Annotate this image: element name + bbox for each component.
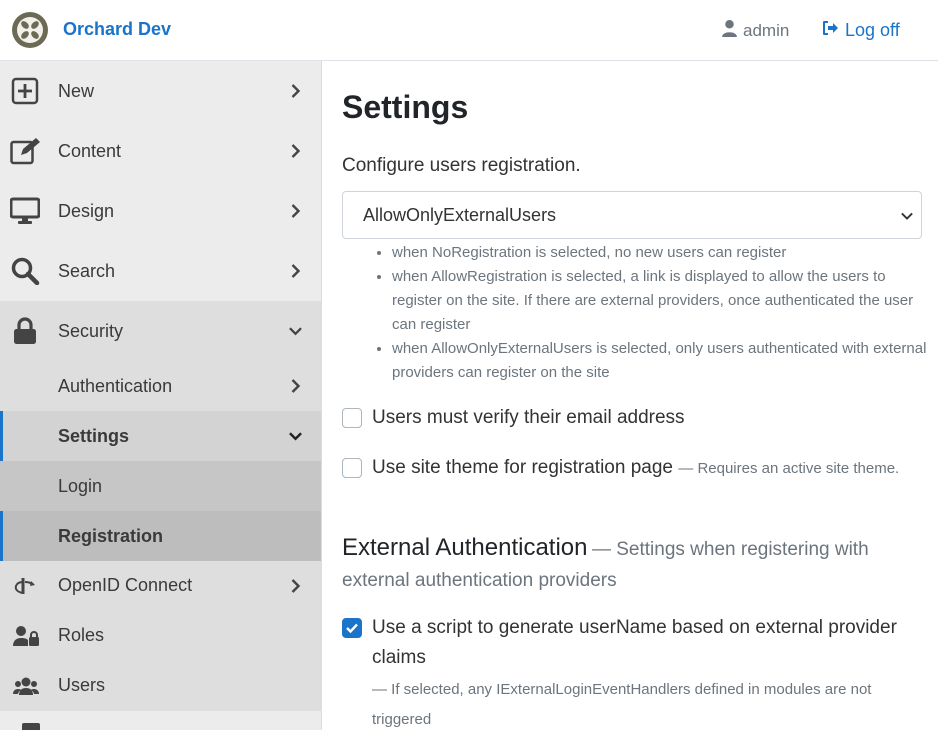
sidebar-item-settings[interactable]: Settings — [0, 411, 321, 461]
sidebar: New Content Design Search Security Authe… — [0, 61, 322, 730]
hint-item: when NoRegistration is selected, no new … — [392, 241, 932, 265]
openid-icon — [13, 576, 39, 596]
sidebar-item-security[interactable]: Security — [0, 301, 321, 361]
sidebar-item-registration[interactable]: Registration — [0, 511, 321, 561]
chevron-right-icon — [289, 379, 302, 393]
use-script-option: Use a script to generate userName based … — [342, 613, 922, 730]
chevron-right-icon — [289, 84, 302, 98]
user-lock-icon — [13, 626, 39, 646]
security-section: Security Authentication Settings Login R… — [0, 301, 321, 711]
use-script-checkbox[interactable] — [342, 618, 362, 638]
sidebar-item-label: Search — [58, 261, 116, 281]
chevron-down-icon — [289, 324, 302, 338]
sidebar-item-design[interactable]: Design — [0, 181, 321, 241]
sidebar-item-authentication[interactable]: Authentication — [0, 361, 321, 411]
chevron-down-icon — [289, 429, 302, 443]
chevron-right-icon — [289, 579, 302, 593]
logoff-link[interactable]: Log off — [822, 20, 900, 41]
sidebar-item-new[interactable]: New — [0, 61, 321, 121]
user-icon — [722, 20, 737, 42]
sidebar-item-label: Login — [58, 476, 103, 496]
site-theme-text: Use site theme for registration page — R… — [372, 453, 902, 484]
top-bar: Orchard Dev admin Log off — [0, 0, 938, 61]
chevron-down-icon — [901, 210, 913, 222]
sidebar-item-label: OpenID Connect — [58, 575, 193, 595]
external-auth-section-title: External Authentication — Settings when … — [342, 533, 922, 597]
page-title: Settings — [342, 89, 469, 125]
hint-item: when AllowOnlyExternalUsers is selected,… — [392, 337, 932, 385]
use-script-label: Use a script to generate userName based … — [372, 617, 897, 668]
user-menu[interactable]: admin — [722, 20, 789, 42]
site-theme-checkbox[interactable] — [342, 458, 362, 478]
sidebar-item-content[interactable]: Content — [0, 121, 321, 181]
orchard-logo-icon[interactable] — [12, 12, 48, 48]
desktop-icon — [10, 197, 40, 225]
plus-square-icon — [10, 77, 40, 105]
hint-item: when AllowRegistration is selected, a li… — [392, 265, 932, 337]
registration-label: Configure users registration. — [342, 155, 581, 176]
external-auth-heading: External Authentication — [342, 534, 588, 561]
sidebar-item-roles[interactable]: Roles — [0, 611, 321, 661]
main-content: Settings Configure users registration. A… — [323, 61, 938, 730]
sidebar-item-label: Roles — [58, 625, 105, 645]
registration-hints: when NoRegistration is selected, no new … — [372, 241, 932, 385]
chevron-right-icon — [289, 144, 302, 158]
chevron-right-icon — [289, 204, 302, 218]
check-icon — [346, 623, 358, 634]
sidebar-item-login[interactable]: Login — [0, 461, 321, 511]
site-theme-hint: — Requires an active site theme. — [678, 460, 900, 477]
edit-icon — [10, 137, 40, 165]
sidebar-item-users[interactable]: Users — [0, 661, 321, 711]
chevron-right-icon — [289, 264, 302, 278]
sidebar-item-label: Security — [58, 321, 124, 341]
sidebar-item-label: New — [58, 81, 95, 101]
registration-select-value: AllowOnlyExternalUsers — [363, 205, 557, 225]
use-script-hint: — If selected, any IExternalLoginEventHa… — [372, 681, 872, 728]
sidebar-item-openid-connect[interactable]: OpenID Connect — [0, 561, 321, 611]
sidebar-item-label: Registration — [58, 526, 164, 546]
lock-icon — [10, 317, 40, 345]
verify-email-label: Users must verify their email address — [372, 407, 685, 428]
sidebar-item-label: Design — [58, 201, 115, 221]
sidebar-item-label: Content — [58, 141, 122, 161]
sidebar-item-search[interactable]: Search — [0, 241, 321, 301]
sidebar-item-partial[interactable] — [22, 723, 40, 730]
sign-out-icon — [822, 20, 840, 41]
verify-email-option: Users must verify their email address — [342, 403, 922, 433]
sidebar-item-label: Settings — [58, 426, 130, 446]
brand-name[interactable]: Orchard Dev — [63, 19, 171, 40]
search-icon — [10, 257, 40, 285]
user-name: admin — [743, 21, 790, 40]
logoff-label: Log off — [845, 20, 900, 40]
users-icon — [13, 676, 39, 696]
sidebar-item-label: Authentication — [58, 376, 173, 396]
site-theme-option: Use site theme for registration page — R… — [342, 453, 902, 513]
sidebar-item-label: Users — [58, 675, 106, 695]
registration-select[interactable]: AllowOnlyExternalUsers — [342, 191, 922, 239]
verify-email-checkbox[interactable] — [342, 408, 362, 428]
site-theme-label: Use site theme for registration page — [372, 457, 673, 478]
